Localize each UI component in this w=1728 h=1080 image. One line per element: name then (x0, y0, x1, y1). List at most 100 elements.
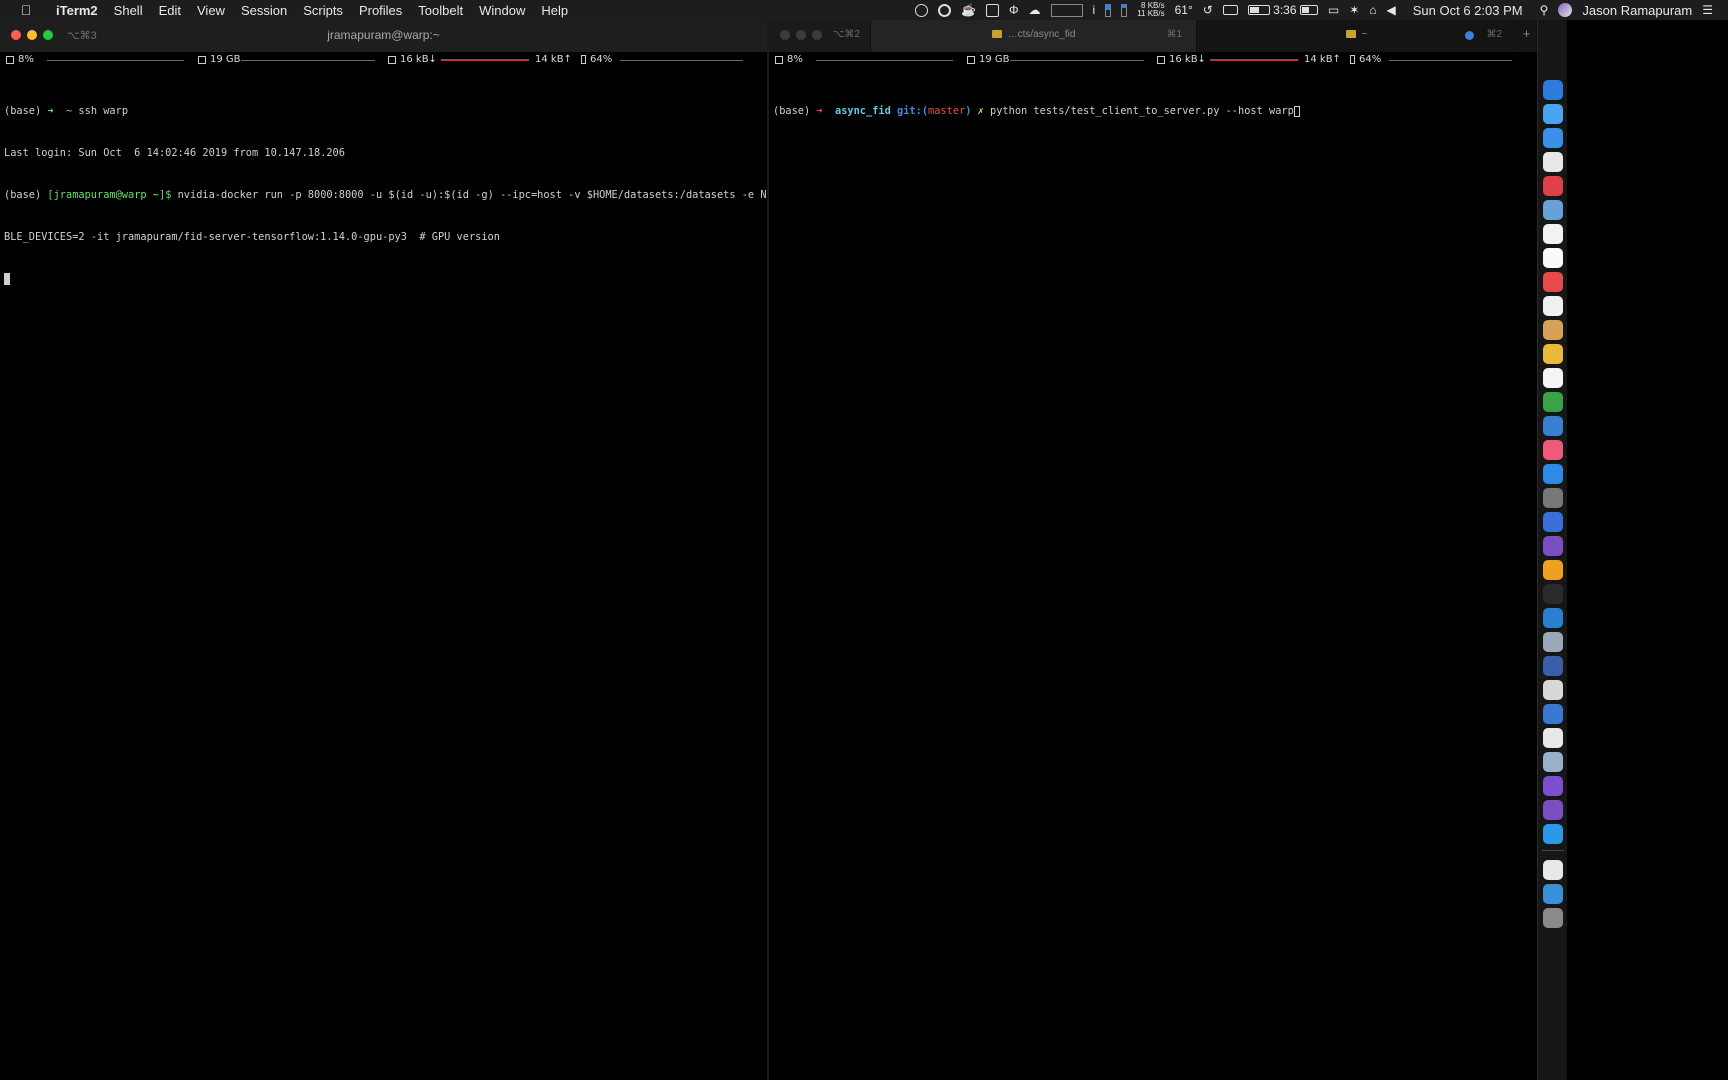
emacs-icon[interactable] (1543, 536, 1563, 556)
messages-icon[interactable] (1543, 104, 1563, 124)
siri-icon[interactable] (1558, 0, 1573, 20)
menu-help[interactable]: Help (533, 3, 576, 18)
dash-icon[interactable] (1543, 776, 1563, 796)
network-speed-icon[interactable]: 8 KB/s 11 KB/s (1137, 0, 1164, 20)
keyboard-icon[interactable] (1222, 0, 1238, 20)
menu-window[interactable]: Window (471, 3, 533, 18)
tab-bar: ⌥⌘2 …cts/async_fid ⌘1 ~ ⌘2 + (769, 20, 1537, 52)
scanner-icon[interactable] (1543, 632, 1563, 652)
textedit-icon[interactable] (1543, 368, 1563, 388)
chrome-icon[interactable] (1543, 152, 1563, 172)
network-sparkline (1210, 59, 1298, 61)
volume-icon[interactable]: ◀ (1387, 0, 1396, 20)
adobe-icon[interactable] (985, 0, 999, 20)
cloud-upload-icon[interactable]: ☁ (1029, 0, 1041, 20)
battery-small-icon (581, 55, 586, 64)
terminal-window-left[interactable]: ⌥⌘3 jramapuram@warp:~ 8% 19 GB 16 kB↓ 14… (0, 20, 829, 1080)
coffee-icon[interactable]: ☕ (961, 0, 976, 20)
battery-time: 3:36 (1273, 3, 1297, 17)
notification-center-icon[interactable]: ☰ (1702, 0, 1713, 20)
airplay-icon[interactable]: ▭ (1328, 0, 1339, 20)
tab-window-controls: ⌥⌘2 (769, 20, 871, 52)
keynote-icon[interactable] (1543, 416, 1563, 436)
pencil-icon[interactable] (1543, 512, 1563, 532)
terminal-icon[interactable] (1543, 584, 1563, 604)
aperture-icon[interactable] (1543, 728, 1563, 748)
edge-icon[interactable] (1543, 824, 1563, 844)
photos-app-icon[interactable] (1543, 320, 1563, 340)
bluetooth-icon[interactable]: ✶ (1349, 0, 1359, 20)
terminal-output[interactable]: (base) ➜ ~ ssh warp Last login: Sun Oct … (0, 76, 829, 314)
preview-icon[interactable] (1543, 200, 1563, 220)
phi-icon[interactable]: Φ (1009, 0, 1019, 20)
terminal-line: (base) ➜ async_fid git:(master) ✗ python… (773, 104, 1537, 118)
memory-gauge-icon[interactable] (1105, 0, 1112, 20)
1password-app-icon[interactable] (1543, 860, 1563, 880)
tab-async-fid[interactable]: …cts/async_fid ⌘1 (871, 20, 1197, 52)
menu-edit[interactable]: Edit (151, 3, 189, 18)
record-icon[interactable] (914, 0, 928, 20)
time-machine-icon[interactable]: ↺ (1203, 0, 1213, 20)
tab-label: ~ (1361, 29, 1368, 40)
music-icon[interactable] (1543, 440, 1563, 460)
1password-icon[interactable] (937, 0, 951, 20)
terminal-window-right[interactable]: ⌥⌘2 …cts/async_fid ⌘1 ~ ⌘2 + 8% 19 GB 16… (769, 20, 1537, 1080)
dock-separator (1542, 850, 1564, 851)
pocket-icon[interactable] (1543, 176, 1563, 196)
emacs-alt-icon[interactable] (1543, 800, 1563, 820)
safari-icon[interactable] (1543, 128, 1563, 148)
menu-profiles[interactable]: Profiles (351, 3, 410, 18)
terminal-tab-icon (991, 30, 1002, 39)
transmit-icon[interactable] (1543, 704, 1563, 724)
app-store-icon[interactable] (1543, 464, 1563, 484)
menu-scripts[interactable]: Scripts (295, 3, 351, 18)
slack-icon[interactable] (1543, 680, 1563, 700)
photos-icon[interactable] (1543, 344, 1563, 364)
info-icon[interactable]: i (1093, 0, 1096, 20)
menu-session[interactable]: Session (233, 3, 295, 18)
memory-stat: 19 GB (198, 53, 241, 66)
menu-iterm2[interactable]: iTerm2 (48, 3, 106, 18)
new-tab-button[interactable]: + (1517, 20, 1537, 52)
net-down-rate: 11 KB/s (1137, 9, 1165, 18)
trash-icon[interactable] (1543, 908, 1563, 928)
wifi-icon[interactable]: ⌂ (1369, 0, 1376, 20)
network-sparkline (441, 59, 529, 61)
notes-icon[interactable] (1543, 248, 1563, 268)
memory-sparkline (1010, 60, 1144, 61)
terminal-cursor (4, 273, 10, 285)
vscode-icon[interactable] (1543, 608, 1563, 628)
finder-icon[interactable] (1543, 80, 1563, 100)
menu-shell[interactable]: Shell (106, 3, 151, 18)
zoom-button[interactable] (812, 30, 822, 40)
screen-icon[interactable] (1543, 656, 1563, 676)
close-button[interactable] (780, 30, 790, 40)
tab-shortcut: ⌘2 (1486, 29, 1502, 40)
user-name[interactable]: Jason Ramapuram (1582, 0, 1692, 20)
tab-home[interactable]: ~ ⌘2 (1197, 20, 1517, 52)
cpu-gauge-icon[interactable] (1050, 0, 1083, 20)
tab-shortcut: ⌘1 (1166, 29, 1182, 40)
menu-toolbelt[interactable]: Toolbelt (410, 3, 471, 18)
minimize-button[interactable] (796, 30, 806, 40)
image-capture-icon[interactable] (1543, 752, 1563, 772)
battery-icon[interactable]: 3:36 (1247, 0, 1318, 20)
temperature-icon[interactable]: 61° (1175, 0, 1193, 20)
news-icon[interactable] (1543, 272, 1563, 292)
system-preferences-icon[interactable] (1543, 488, 1563, 508)
spotlight-icon[interactable]: ⚲ (1540, 0, 1549, 20)
reminders-icon[interactable] (1543, 296, 1563, 316)
downloads-folder-icon[interactable] (1543, 884, 1563, 904)
apple-menu-icon[interactable]:  (18, 2, 34, 18)
sublime-icon[interactable] (1543, 560, 1563, 580)
clock[interactable]: Sun Oct 6 2:03 PM (1413, 0, 1523, 20)
status-bar: 8% 19 GB 16 kB↓ 14 kB↑ 64% (0, 53, 767, 66)
disk-gauge-icon[interactable] (1121, 0, 1128, 20)
window-title: jramapuram@warp:~ (327, 28, 440, 42)
cpu-stat: 8% (6, 53, 34, 66)
menu-bar:  iTerm2 Shell Edit View Session Scripts… (0, 0, 1728, 20)
numbers-icon[interactable] (1543, 392, 1563, 412)
menu-view[interactable]: View (189, 3, 233, 18)
calendar-icon[interactable] (1543, 224, 1563, 244)
terminal-output[interactable]: (base) ➜ async_fid git:(master) ✗ python… (769, 76, 1537, 146)
